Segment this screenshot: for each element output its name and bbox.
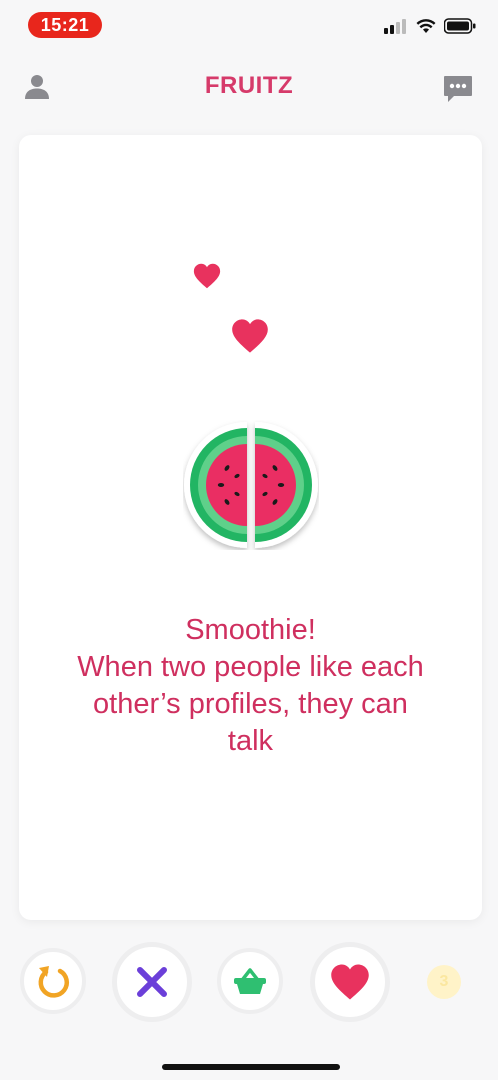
dislike-button[interactable] (112, 942, 192, 1022)
message-line: other’s profiles, they can (93, 688, 408, 720)
heart-icon (331, 964, 369, 1000)
message-line: talk (227, 725, 274, 757)
basket-button[interactable] (217, 948, 283, 1014)
match-explanation: Smoothie! When two people like each othe… (19, 612, 482, 760)
signal-icon (384, 19, 406, 34)
app-header: FRUITZ (0, 60, 498, 116)
heart-icon (232, 319, 268, 353)
home-indicator[interactable] (162, 1064, 340, 1070)
status-bar: 15:21 (0, 0, 498, 50)
watermelon-icon (184, 422, 318, 548)
like-button[interactable] (310, 942, 390, 1022)
status-icons (384, 18, 476, 34)
undo-button[interactable] (20, 948, 86, 1014)
boost-icon: 3 (427, 965, 461, 999)
heart-icon (193, 263, 221, 289)
status-time: 15:21 (28, 12, 102, 38)
messages-button[interactable] (442, 72, 474, 104)
message-line: Smoothie! (185, 614, 316, 646)
battery-icon (444, 18, 476, 34)
wifi-icon (416, 19, 436, 33)
message-line: When two people like each (77, 651, 424, 683)
undo-icon (38, 966, 70, 998)
basket-icon (234, 968, 266, 994)
chat-icon (444, 76, 472, 102)
app-title: FRUITZ (204, 72, 294, 99)
x-icon (137, 967, 167, 997)
boost-button[interactable]: 3 (420, 958, 468, 1006)
boost-count: 3 (439, 973, 449, 990)
